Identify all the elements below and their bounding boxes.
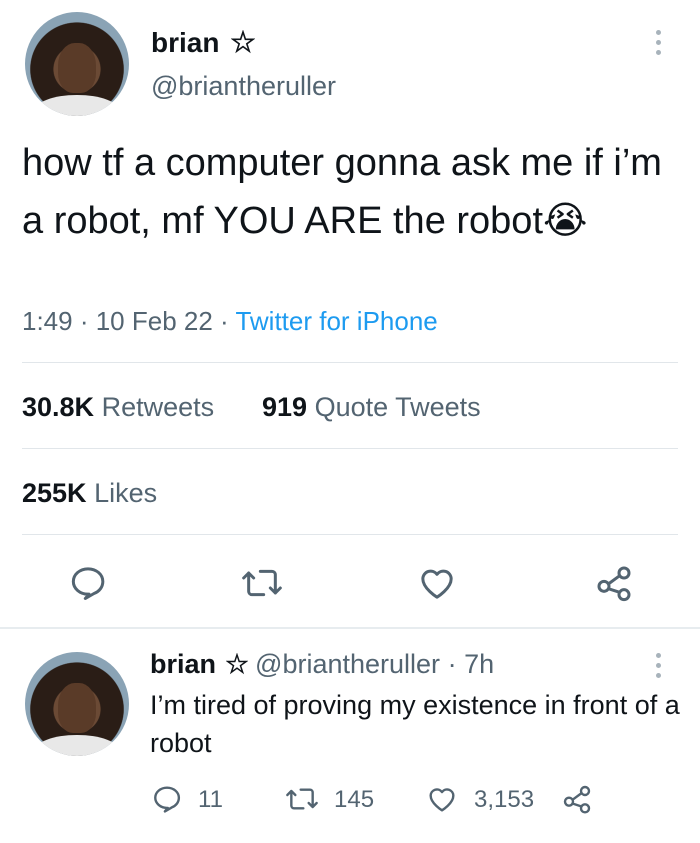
reply-header: brian @briantheruller · 7h [150, 649, 495, 679]
tweet-source[interactable]: Twitter for iPhone [235, 306, 437, 336]
tweet-time[interactable]: 1:49 [22, 306, 73, 336]
tweet-date[interactable]: 10 Feb 22 [96, 306, 213, 336]
author-name[interactable]: brian [151, 27, 256, 59]
reply-author-handle[interactable]: @briantheruller [255, 649, 440, 679]
like-icon[interactable] [416, 563, 458, 603]
reply-count: 11 [198, 786, 223, 813]
quote-tweets-stat[interactable]: 919 Quote Tweets [262, 392, 481, 423]
share-icon[interactable] [561, 783, 593, 815]
reply-time[interactable]: 7h [464, 649, 494, 679]
likes-stat[interactable]: 255K Likes [22, 478, 157, 509]
pentagram-icon [224, 649, 256, 679]
reply-icon[interactable] [68, 563, 108, 603]
divider [22, 448, 678, 449]
reply-text: I’m tired of proving my existence in fro… [150, 690, 680, 758]
retweets-stat[interactable]: 30.8K Retweets [22, 392, 214, 423]
retweet-icon[interactable] [240, 563, 284, 603]
tweet-text: how tf a computer gonna ask me if i’m a … [22, 142, 662, 242]
like-icon[interactable] [425, 783, 459, 815]
reply-author-name[interactable]: brian [150, 649, 216, 679]
author-avatar[interactable] [25, 12, 129, 116]
divider [22, 362, 678, 363]
author-handle[interactable]: @briantheruller [151, 71, 336, 102]
more-icon[interactable] [654, 653, 662, 678]
reply-author-avatar[interactable] [25, 652, 129, 756]
divider [22, 534, 678, 535]
retweet-icon[interactable] [284, 783, 320, 815]
loudly-crying-emoji: 😭 [543, 200, 588, 242]
section-separator [0, 627, 700, 629]
share-icon[interactable] [594, 563, 634, 603]
like-count: 3,153 [474, 786, 535, 813]
retweet-count: 145 [334, 786, 375, 813]
tweet-meta: 1:49 · 10 Feb 22 · Twitter for iPhone [22, 306, 438, 336]
pentagram-icon [227, 27, 256, 58]
more-icon[interactable] [654, 30, 662, 55]
reply-icon[interactable] [151, 783, 183, 815]
